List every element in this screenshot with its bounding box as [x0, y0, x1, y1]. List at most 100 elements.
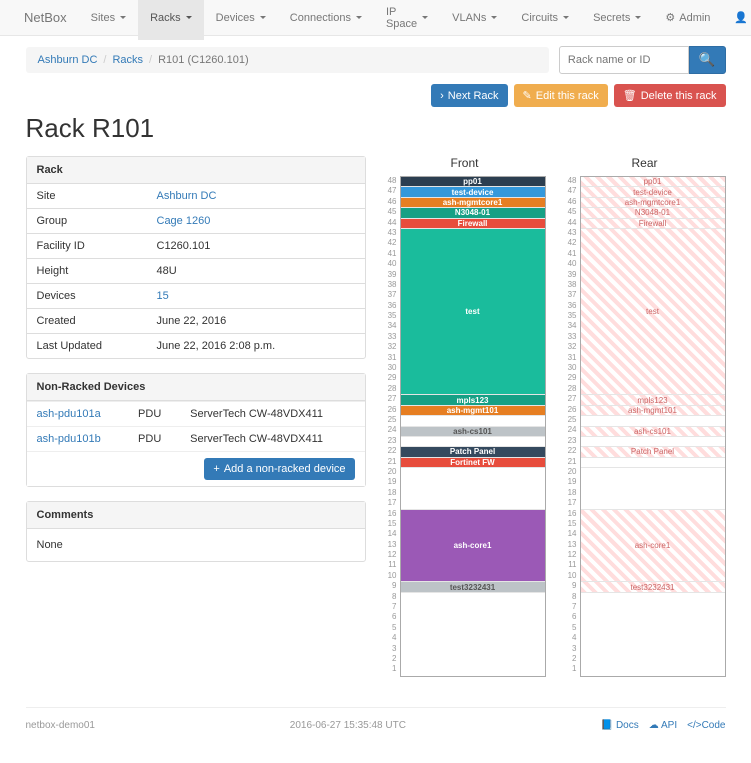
- unit-label: 1: [564, 664, 580, 674]
- empty-slot[interactable]: [581, 593, 725, 676]
- empty-slot[interactable]: [581, 416, 725, 426]
- breadcrumb-site[interactable]: Ashburn DC: [38, 54, 98, 66]
- pencil-icon: ✎: [523, 89, 532, 102]
- search-input[interactable]: [559, 46, 689, 74]
- device-slot[interactable]: test: [581, 229, 725, 395]
- breadcrumb-racks[interactable]: Racks: [112, 54, 143, 66]
- unit-labels: 4847464544434241403938373635343332313029…: [564, 176, 580, 677]
- device-slot[interactable]: ash-cs101: [581, 427, 725, 437]
- prop-label: Facility ID: [27, 234, 147, 259]
- search-button[interactable]: 🔍: [689, 46, 726, 74]
- prop-label: Group: [27, 209, 147, 234]
- unit-label: 40: [564, 259, 580, 269]
- top-row: Ashburn DC / Racks / R101 (C1260.101) 🔍: [26, 46, 726, 74]
- unit-label: 7: [384, 602, 400, 612]
- profile-link[interactable]: 👤Profile: [722, 1, 751, 34]
- device-slot[interactable]: ash-core1: [581, 510, 725, 583]
- device-slot[interactable]: test3232431: [581, 582, 725, 592]
- device-slot[interactable]: Firewall: [401, 219, 545, 229]
- device-slot[interactable]: ash-mgmtcore1: [401, 198, 545, 208]
- unit-label: 42: [564, 238, 580, 248]
- nav-item-ip-space[interactable]: IP Space: [374, 0, 440, 40]
- device-slot[interactable]: mpls123: [401, 395, 545, 405]
- unit-label: 14: [384, 529, 400, 539]
- search-icon: 🔍: [699, 52, 716, 67]
- empty-slot[interactable]: [581, 468, 725, 510]
- device-slot[interactable]: test: [401, 229, 545, 395]
- edit-rack-button[interactable]: ✎Edit this rack: [514, 84, 608, 107]
- brand[interactable]: NetBox: [12, 10, 79, 25]
- device-slot[interactable]: test-device: [581, 187, 725, 197]
- unit-label: 11: [564, 560, 580, 570]
- device-slot[interactable]: Patch Panel: [401, 447, 545, 457]
- api-link[interactable]: ☁ API: [649, 720, 677, 731]
- device-link[interactable]: ash-pdu101b: [37, 433, 101, 445]
- code-icon: </>: [687, 720, 701, 731]
- device-slot[interactable]: Fortinet FW: [401, 458, 545, 468]
- empty-slot[interactable]: [581, 458, 725, 468]
- empty-slot[interactable]: [401, 468, 545, 510]
- device-slot[interactable]: N3048-01: [401, 208, 545, 218]
- nav-item-racks[interactable]: Racks: [138, 0, 204, 40]
- unit-label: 3: [564, 644, 580, 654]
- device-slot[interactable]: pp01: [581, 177, 725, 187]
- unit-label: 43: [564, 228, 580, 238]
- caret-icon: [260, 16, 266, 19]
- empty-slot[interactable]: [401, 416, 545, 426]
- empty-slot[interactable]: [401, 437, 545, 447]
- nav-item-connections[interactable]: Connections: [278, 0, 374, 40]
- unit-label: 31: [384, 353, 400, 363]
- unit-label: 36: [384, 301, 400, 311]
- nav-item-circuits[interactable]: Circuits: [509, 0, 581, 40]
- unit-label: 12: [384, 550, 400, 560]
- device-slot[interactable]: Firewall: [581, 219, 725, 229]
- unit-label: 45: [564, 207, 580, 217]
- devices-link[interactable]: 15: [157, 290, 169, 302]
- unit-label: 41: [564, 249, 580, 259]
- search-wrap: 🔍: [559, 46, 726, 74]
- breadcrumb-current: R101 (C1260.101): [158, 54, 249, 66]
- unit-label: 8: [384, 592, 400, 602]
- table-row: CreatedJune 22, 2016: [27, 309, 365, 334]
- device-link[interactable]: ash-pdu101a: [37, 408, 101, 420]
- unit-label: 26: [564, 405, 580, 415]
- device-slot[interactable]: ash-cs101: [401, 427, 545, 437]
- docs-link[interactable]: 📘 Docs: [601, 720, 639, 731]
- unit-label: 34: [384, 321, 400, 331]
- device-slot[interactable]: N3048-01: [581, 208, 725, 218]
- device-slot[interactable]: test-device: [401, 187, 545, 197]
- delete-rack-button[interactable]: 🗑Delete this rack: [614, 84, 726, 107]
- device-slot[interactable]: mpls123: [581, 395, 725, 405]
- device-slot[interactable]: ash-mgmt101: [581, 406, 725, 416]
- unit-label: 29: [564, 373, 580, 383]
- device-slot[interactable]: pp01: [401, 177, 545, 187]
- caret-icon: [422, 16, 428, 19]
- unit-label: 30: [564, 363, 580, 373]
- unit-label: 47: [564, 186, 580, 196]
- next-rack-button[interactable]: ›Next Rack: [431, 84, 507, 107]
- device-slot[interactable]: Patch Panel: [581, 447, 725, 457]
- device-slot[interactable]: test3232431: [401, 582, 545, 592]
- device-slot[interactable]: ash-mgmt101: [401, 406, 545, 416]
- unit-label: 33: [384, 332, 400, 342]
- admin-link[interactable]: ⚙Admin: [653, 1, 722, 34]
- nav-item-devices[interactable]: Devices: [204, 0, 278, 40]
- empty-slot[interactable]: [401, 593, 545, 676]
- device-role: PDU: [128, 402, 180, 427]
- caret-icon: [186, 16, 192, 19]
- device-slot[interactable]: ash-core1: [401, 510, 545, 583]
- nav-item-vlans[interactable]: VLANs: [440, 0, 509, 40]
- nav-item-secrets[interactable]: Secrets: [581, 0, 653, 40]
- nav-item-sites[interactable]: Sites: [79, 0, 138, 40]
- unit-label: 30: [384, 363, 400, 373]
- empty-slot[interactable]: [581, 437, 725, 447]
- code-link[interactable]: </>Code: [687, 720, 725, 731]
- unit-label: 20: [384, 467, 400, 477]
- unit-label: 31: [564, 353, 580, 363]
- device-slot[interactable]: ash-mgmtcore1: [581, 198, 725, 208]
- chevron-right-icon: ›: [440, 90, 444, 102]
- add-nonracked-button[interactable]: + Add a non-racked device: [204, 458, 354, 480]
- site-link[interactable]: Ashburn DC: [157, 190, 217, 202]
- group-link[interactable]: Cage 1260: [157, 215, 211, 227]
- unit-label: 35: [384, 311, 400, 321]
